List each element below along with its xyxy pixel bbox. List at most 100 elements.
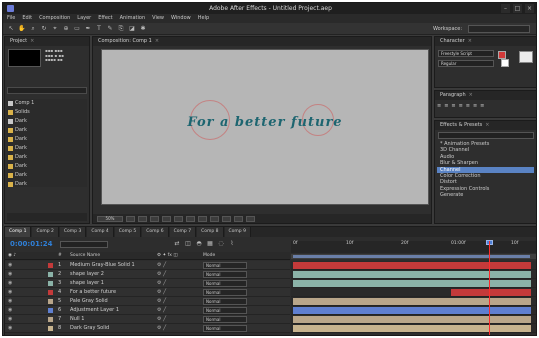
pan-behind-tool-icon[interactable]: ⊕ bbox=[62, 25, 70, 33]
composition-tab[interactable]: Composition: Comp 1 × bbox=[93, 37, 431, 46]
label-color-icon[interactable] bbox=[48, 299, 53, 304]
menu-edit[interactable]: Edit bbox=[22, 14, 32, 23]
graph-editor-icon[interactable]: ⌇ bbox=[228, 240, 236, 248]
composition-text[interactable]: For a better future bbox=[102, 115, 428, 130]
list-item[interactable]: Generate bbox=[437, 192, 534, 198]
list-item[interactable]: Dark bbox=[7, 144, 87, 153]
work-area-range[interactable] bbox=[293, 255, 530, 258]
layer-switches[interactable]: ⚙ ╱ bbox=[157, 288, 166, 297]
shy-icon[interactable]: ◓ bbox=[195, 240, 203, 248]
hand-tool-icon[interactable]: ✋ bbox=[18, 25, 26, 33]
blend-mode-select[interactable]: Normal bbox=[203, 280, 247, 287]
fill-color-swatch[interactable] bbox=[498, 51, 506, 59]
layer-row[interactable]: ◉ 6 Adjustment Layer 1 ⚙ ╱ Normal bbox=[5, 306, 290, 315]
motion-blur-icon[interactable]: ◌ bbox=[217, 240, 225, 248]
workspace-select[interactable] bbox=[468, 25, 530, 33]
layer-switches[interactable]: ⚙ ╱ bbox=[157, 315, 166, 324]
fast-preview-icon[interactable] bbox=[210, 215, 219, 222]
layer-row[interactable]: ◉ 8 Dark Gray Solid ⚙ ╱ Normal bbox=[5, 324, 290, 333]
timeline-icon[interactable] bbox=[222, 215, 231, 222]
layer-row[interactable]: ◉ 5 Pale Gray Solid ⚙ ╱ Normal bbox=[5, 297, 290, 306]
list-item[interactable]: Solids bbox=[7, 108, 87, 117]
blend-mode-select[interactable]: Normal bbox=[203, 271, 247, 278]
rotate-tool-icon[interactable]: ↻ bbox=[40, 25, 48, 33]
layer-duration-bar[interactable] bbox=[293, 325, 531, 332]
layer-duration-bar[interactable] bbox=[451, 289, 531, 296]
work-area-bar[interactable] bbox=[291, 254, 536, 259]
tab-comp-1[interactable]: Comp 1 bbox=[5, 227, 32, 237]
brush-tool-icon[interactable]: ✎ bbox=[106, 25, 114, 33]
list-item[interactable]: Dark bbox=[7, 162, 87, 171]
label-color-icon[interactable] bbox=[48, 308, 53, 313]
puppet-tool-icon[interactable]: ✱ bbox=[139, 25, 147, 33]
label-color-icon[interactable] bbox=[48, 290, 53, 295]
resolution-select[interactable] bbox=[150, 215, 159, 222]
layer-name[interactable]: Adjustment Layer 1 bbox=[70, 306, 155, 315]
minimize-icon[interactable]: – bbox=[501, 4, 510, 13]
paragraph-tab[interactable]: Paragraph × bbox=[435, 91, 536, 100]
effects-presets-tab[interactable]: Effects & Presets × bbox=[435, 121, 536, 130]
layer-name[interactable]: Medium Gray-Blue Solid 1 bbox=[70, 261, 155, 270]
blend-mode-select[interactable]: Normal bbox=[203, 289, 247, 296]
project-footer-buttons[interactable] bbox=[7, 213, 87, 221]
blend-mode-select[interactable]: Normal bbox=[203, 262, 247, 269]
column-source-name[interactable]: Source Name bbox=[70, 252, 100, 260]
layer-row[interactable]: ◉ 7 Null 1 ⚙ ╱ Normal bbox=[5, 315, 290, 324]
layer-switches[interactable]: ⚙ ╱ bbox=[157, 270, 166, 279]
roi-icon[interactable] bbox=[162, 215, 171, 222]
visibility-icon[interactable]: ◉ bbox=[8, 315, 12, 324]
selection-tool-icon[interactable]: ↖ bbox=[7, 25, 15, 33]
menu-help[interactable]: Help bbox=[198, 14, 209, 23]
layer-name[interactable]: For a better future bbox=[70, 288, 155, 297]
list-item[interactable]: Dark bbox=[7, 171, 87, 180]
layer-row[interactable]: ◉ 2 shape layer 2 ⚙ ╱ Normal bbox=[5, 270, 290, 279]
tab-comp-3[interactable]: Comp 3 bbox=[59, 227, 87, 237]
label-color-icon[interactable] bbox=[48, 272, 53, 277]
font-style-select[interactable]: Regular bbox=[438, 60, 494, 67]
label-color-icon[interactable] bbox=[48, 326, 53, 331]
menu-view[interactable]: View bbox=[152, 14, 164, 23]
layer-duration-bar[interactable] bbox=[293, 262, 531, 269]
layer-switches[interactable]: ⚙ ╱ bbox=[157, 261, 166, 270]
layer-switches[interactable]: ⚙ ╱ bbox=[157, 324, 166, 333]
tab-comp-9[interactable]: Comp 9 bbox=[224, 227, 251, 237]
blend-mode-select[interactable]: Normal bbox=[203, 298, 247, 305]
menu-file[interactable]: File bbox=[7, 14, 15, 23]
layer-name[interactable]: Pale Gray Solid bbox=[70, 297, 155, 306]
current-time-indicator[interactable] bbox=[489, 241, 490, 335]
maximize-icon[interactable]: □ bbox=[513, 4, 522, 13]
tab-comp-7[interactable]: Comp 7 bbox=[169, 227, 197, 237]
layer-switches[interactable]: ⚙ ╱ bbox=[157, 306, 166, 315]
list-item[interactable]: Dark bbox=[7, 180, 87, 189]
layer-duration-bar[interactable] bbox=[293, 316, 531, 323]
visibility-icon[interactable]: ◉ bbox=[8, 297, 12, 306]
menu-layer[interactable]: Layer bbox=[77, 14, 91, 23]
frame-blending-icon[interactable]: ▦ bbox=[206, 240, 214, 248]
label-color-icon[interactable] bbox=[48, 281, 53, 286]
project-tab[interactable]: Project × bbox=[5, 37, 89, 46]
visibility-icon[interactable]: ◉ bbox=[8, 324, 12, 333]
label-color-icon[interactable] bbox=[48, 317, 53, 322]
layer-name[interactable]: shape layer 2 bbox=[70, 270, 155, 279]
column-mode[interactable]: Mode bbox=[203, 252, 215, 260]
layer-switches[interactable]: ⚙ ╱ bbox=[157, 297, 166, 306]
layer-duration-bar[interactable] bbox=[293, 271, 531, 278]
visibility-icon[interactable]: ◉ bbox=[8, 288, 12, 297]
exposure-icon[interactable] bbox=[246, 215, 255, 222]
character-tab[interactable]: Character × bbox=[435, 37, 536, 46]
magnification-select[interactable]: 50% bbox=[97, 215, 123, 222]
comp-mini-flowchart-icon[interactable]: ⇄ bbox=[173, 240, 181, 248]
tab-comp-4[interactable]: Comp 4 bbox=[87, 227, 114, 237]
project-search-input[interactable] bbox=[7, 87, 87, 94]
list-item[interactable]: Comp 1 bbox=[7, 99, 87, 108]
layer-row[interactable]: ◉ 4 For a better future ⚙ ╱ Normal bbox=[5, 288, 290, 297]
tab-comp-8[interactable]: Comp 8 bbox=[197, 227, 224, 237]
layer-duration-bar[interactable] bbox=[293, 307, 531, 314]
menu-effect[interactable]: Effect bbox=[98, 14, 112, 23]
layer-name[interactable]: Dark Gray Solid bbox=[70, 324, 155, 333]
visibility-icon[interactable]: ◉ bbox=[8, 270, 12, 279]
blend-mode-select[interactable]: Normal bbox=[203, 325, 247, 332]
draft-3d-icon[interactable]: ◫ bbox=[184, 240, 192, 248]
camera-select[interactable] bbox=[186, 215, 195, 222]
time-ruler[interactable]: 0f 10f 20f 01:00f 10f bbox=[291, 241, 536, 253]
